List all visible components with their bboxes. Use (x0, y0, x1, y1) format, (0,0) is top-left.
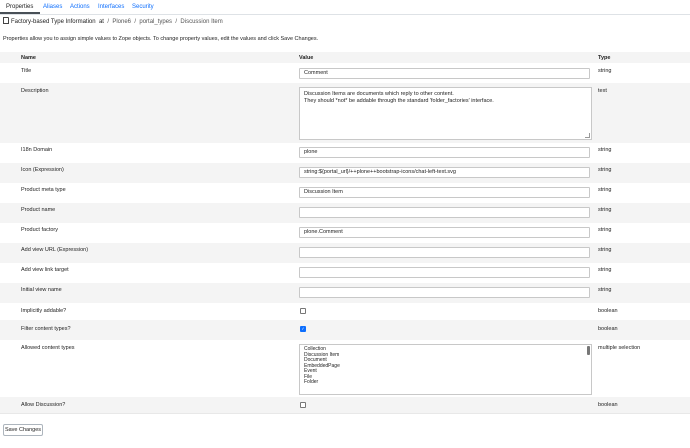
breadcrumb-portal-types[interactable]: portal_types (139, 19, 172, 25)
add-view-link-target-type: string (598, 267, 612, 273)
breadcrumb-discussion-item[interactable]: Discussion Item (180, 19, 222, 25)
product-meta-type-input[interactable]: Discussion Item (299, 187, 590, 198)
initial-view-name-input[interactable] (299, 287, 590, 298)
table-bottom-line (0, 413, 690, 414)
title-input[interactable]: Comment (299, 68, 590, 79)
add-view-link-target-label: Add view link target (21, 267, 69, 273)
breadcrumb-separator: / (134, 19, 137, 25)
filter-content-types-type: boolean (598, 326, 618, 332)
description-type: text (598, 88, 607, 94)
add-view-link-target-input[interactable] (299, 267, 590, 278)
title-type: string (598, 68, 612, 74)
tab-security[interactable]: Security (132, 4, 154, 10)
product-name-type: string (598, 207, 612, 213)
tab-interfaces[interactable]: Interfaces (98, 4, 124, 10)
breadcrumb-separator: / (107, 19, 109, 25)
product-meta-type-label: Product meta type (21, 187, 66, 193)
breadcrumb-plone6[interactable]: Plone6 (112, 19, 131, 25)
select-option[interactable]: Folder (300, 379, 591, 386)
implicitly-addable-checkbox[interactable] (300, 308, 306, 314)
product-factory-input[interactable]: plone.Comment (299, 227, 590, 238)
tab-aliases[interactable]: Aliases (43, 4, 62, 10)
icon-expression-type: string (598, 167, 612, 173)
table-row (0, 320, 690, 340)
object-type-label: Factory-based Type Information (11, 19, 96, 25)
product-factory-type: string (598, 227, 612, 233)
description-label: Description (21, 88, 49, 94)
add-view-url-type: string (598, 247, 612, 253)
column-header-name: Name (21, 55, 36, 61)
column-header-value: Value (299, 55, 314, 61)
breadcrumb-separator: / (175, 19, 178, 25)
allow-discussion-label: Allow Discussion? (21, 402, 66, 408)
implicitly-addable-type: boolean (598, 308, 618, 314)
product-factory-label: Product factory (21, 227, 58, 233)
title-label: Title (21, 68, 32, 74)
icon-expression-label: Icon (Expression) (21, 167, 64, 173)
table-row (0, 397, 690, 413)
i18n-domain-label: I18n Domain (21, 147, 53, 153)
icon-expression-input[interactable]: string:${portal_url}/++plone++bootstrap-… (299, 167, 590, 178)
allow-discussion-checkbox[interactable] (300, 402, 306, 408)
filter-content-types-checkbox[interactable]: ✓ (300, 326, 306, 332)
allowed-content-types-label: Allowed content types (21, 345, 75, 351)
implicitly-addable-label: Implicitly addable? (21, 308, 67, 314)
tab-actions[interactable]: Actions (70, 4, 90, 10)
table-row (0, 303, 690, 320)
document-icon (3, 17, 9, 24)
breadcrumb: Factory-based Type Information at / Plon… (3, 17, 223, 25)
allow-discussion-type: boolean (598, 402, 618, 408)
add-view-url-input[interactable] (299, 247, 590, 258)
description-textarea[interactable]: Discussion Items are documents which rep… (299, 87, 592, 140)
add-view-url-label: Add view URL (Expression) (21, 247, 89, 253)
resize-grip-icon[interactable] (585, 133, 590, 138)
allowed-content-types-select[interactable]: Collection Discussion Item Document Embe… (299, 344, 592, 395)
initial-view-name-label: Initial view name (21, 287, 62, 293)
product-name-input[interactable] (299, 207, 590, 218)
tab-bar: Properties Aliases Actions Interfaces Se… (0, 0, 690, 15)
breadcrumb-at: at (98, 19, 104, 25)
product-name-label: Product name (21, 207, 56, 213)
initial-view-name-type: string (598, 287, 612, 293)
i18n-domain-type: string (598, 147, 612, 153)
save-changes-button[interactable]: Save Changes (3, 424, 43, 436)
active-tab-indicator (0, 12, 40, 14)
column-header-type: Type (598, 55, 611, 61)
description-line: They should *not* be addable through the… (304, 97, 494, 104)
tab-properties[interactable]: Properties (6, 4, 33, 10)
product-meta-type-type: string (598, 187, 612, 193)
filter-content-types-label: Filter content types? (21, 326, 71, 332)
i18n-domain-input[interactable]: plone (299, 147, 590, 158)
table-header-bg (0, 52, 690, 63)
allowed-content-types-type: multiple selection (598, 345, 641, 351)
intro-text: Properties allow you to assign simple va… (3, 36, 319, 42)
select-scrollbar[interactable] (587, 346, 590, 355)
